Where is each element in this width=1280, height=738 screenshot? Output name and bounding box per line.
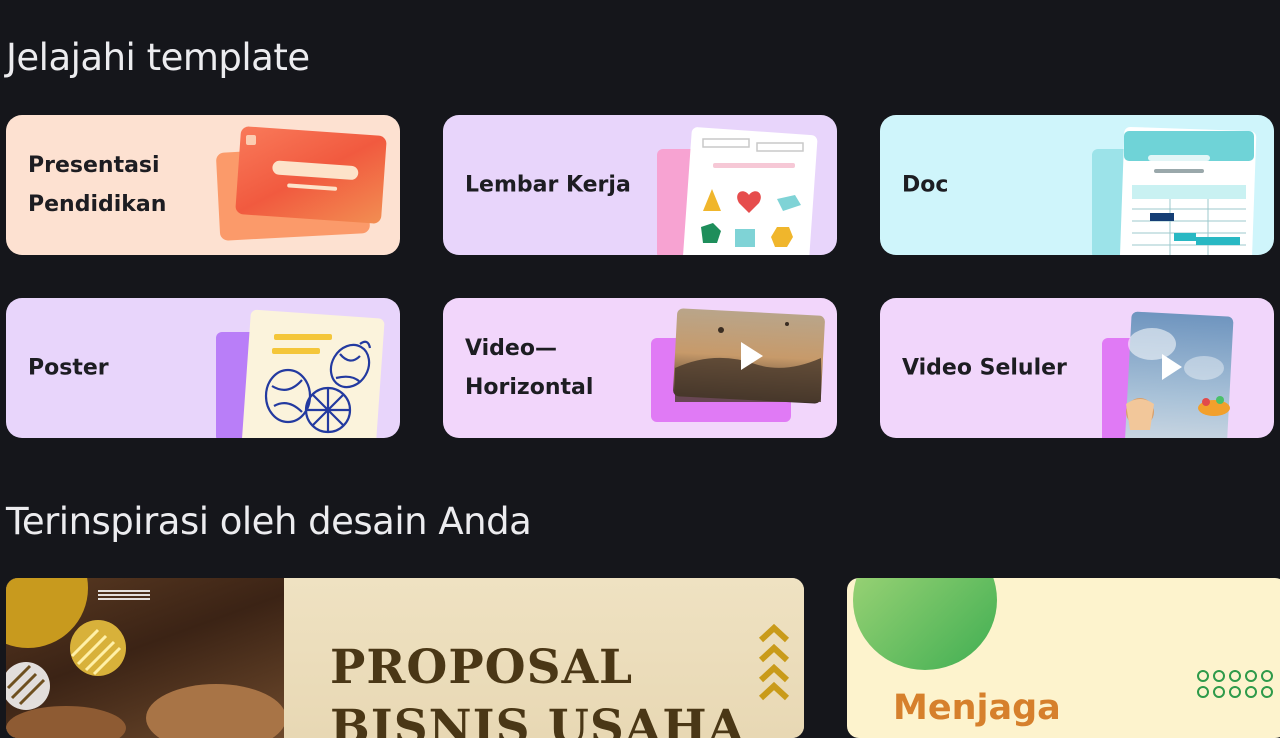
presentation-thumbnail: [216, 126, 387, 241]
template-card-video-horizontal[interactable]: Video— Horizontal: [443, 298, 837, 438]
template-card-label: Presentasi Pendidikan: [28, 153, 167, 217]
template-card-label: Lembar Kerja: [465, 172, 631, 198]
template-card-lembar-kerja[interactable]: Lembar Kerja: [443, 115, 837, 255]
template-card-doc[interactable]: Doc: [880, 115, 1274, 255]
template-card-video-seluler[interactable]: Video Seluler: [880, 298, 1274, 438]
section-title-explore: Jelajahi template: [6, 36, 310, 79]
design-title: PROPOSAL BISNIS USAHA: [330, 640, 746, 738]
template-card-label: Video— Horizontal: [465, 336, 594, 400]
template-grid: Presentasi Pendidikan Lembar Kerja Doc P…: [6, 115, 1274, 438]
template-card-label: Video Seluler: [902, 355, 1067, 381]
worksheet-thumbnail: [657, 127, 818, 255]
poster-thumbnail: [216, 309, 385, 438]
video-horizontal-thumbnail: [651, 308, 825, 422]
template-card-label: Doc: [902, 172, 949, 198]
design-row: PROPOSAL BISNIS USAHA Menjaga: [6, 578, 1280, 738]
chevron-up-decoration: [758, 623, 790, 701]
section-title-inspired: Terinspirasi oleh desain Anda: [6, 500, 532, 543]
design-title: Menjaga: [893, 688, 1061, 728]
design-card-menjaga[interactable]: Menjaga: [847, 578, 1280, 738]
template-card-presentasi-pendidikan[interactable]: Presentasi Pendidikan: [6, 115, 400, 255]
template-card-poster[interactable]: Poster: [6, 298, 400, 438]
template-card-label: Poster: [28, 355, 109, 381]
video-seluler-thumbnail: [1102, 311, 1234, 438]
doc-thumbnail: [1092, 126, 1257, 255]
design-card-proposal[interactable]: PROPOSAL BISNIS USAHA: [6, 578, 804, 738]
bread-photo: [6, 578, 286, 738]
